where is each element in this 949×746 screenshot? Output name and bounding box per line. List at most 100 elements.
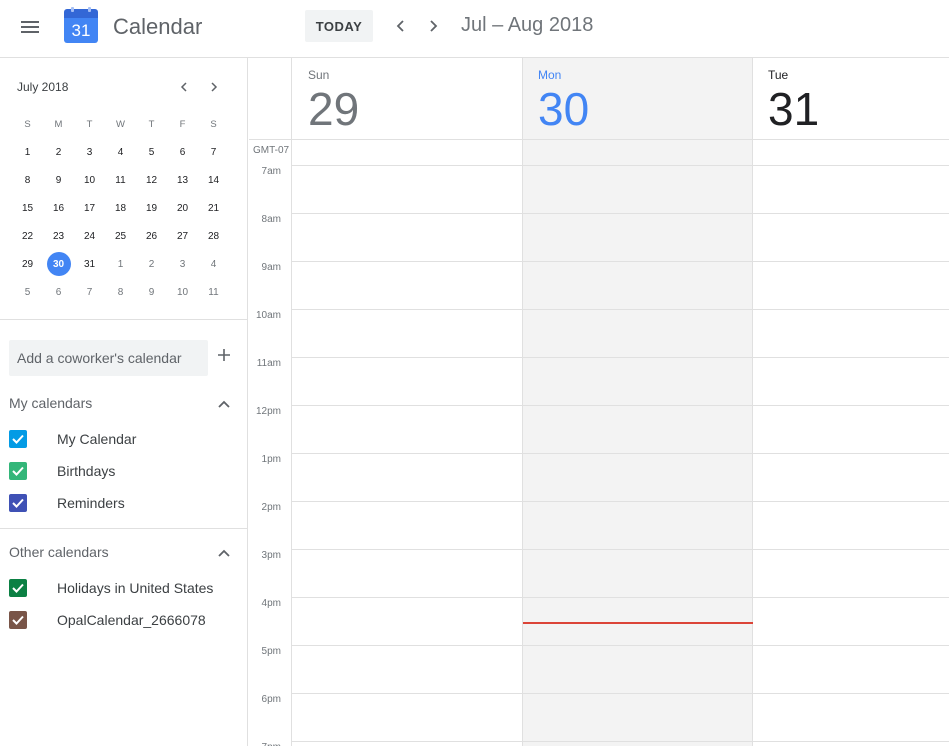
mini-day[interactable]: 24 — [74, 222, 105, 250]
day-column-header[interactable]: Sun 29 — [292, 58, 522, 139]
mini-day[interactable]: 25 — [105, 222, 136, 250]
day-number[interactable]: 31 — [768, 82, 819, 136]
day-column-header[interactable]: Tue 31 — [752, 58, 949, 139]
mini-day[interactable]: 22 — [12, 222, 43, 250]
hour-label: 3pm — [261, 550, 281, 561]
mini-day[interactable]: 31 — [74, 250, 105, 278]
calendar-item[interactable]: Birthdays — [9, 459, 115, 483]
next-period-button[interactable] — [421, 14, 445, 38]
chevron-right-icon — [211, 82, 218, 92]
mini-day[interactable]: 7 — [74, 278, 105, 306]
collapse-my-calendars-button[interactable] — [216, 396, 232, 412]
mini-day[interactable]: 3 — [74, 138, 105, 166]
date-range-title: Jul – Aug 2018 — [461, 14, 594, 36]
calendar-logo-icon: 31 — [64, 7, 98, 43]
mini-day[interactable]: 4 — [105, 138, 136, 166]
mini-day[interactable]: 7 — [198, 138, 229, 166]
other-calendars-heading[interactable]: Other calendars — [9, 544, 109, 560]
chevron-left-icon — [180, 82, 187, 92]
mini-day[interactable]: 8 — [105, 278, 136, 306]
mini-day[interactable]: 26 — [136, 222, 167, 250]
mini-day[interactable]: 20 — [167, 194, 198, 222]
mini-day[interactable]: 6 — [167, 138, 198, 166]
mini-week-row: 22 23 24 25 26 27 28 — [12, 222, 229, 250]
current-time-indicator — [523, 622, 753, 624]
mini-day[interactable]: 29 — [12, 250, 43, 278]
mini-day-selected[interactable]: 30 — [43, 250, 74, 278]
weekday-label: W — [116, 118, 125, 130]
mini-prev-month-button[interactable] — [173, 76, 195, 98]
calendar-item-label: My Calendar — [57, 431, 137, 447]
mini-day[interactable]: 2 — [43, 138, 74, 166]
mini-day[interactable]: 10 — [167, 278, 198, 306]
checkbox-checked-icon[interactable] — [9, 430, 27, 448]
mini-week-row: 5 6 7 8 9 10 11 — [12, 278, 229, 306]
main-menu-button[interactable] — [12, 9, 48, 45]
calendar-item[interactable]: OpalCalendar_2666078 — [9, 608, 206, 632]
day-number[interactable]: 30 — [538, 82, 589, 136]
mini-day[interactable]: 2 — [136, 250, 167, 278]
mini-day[interactable]: 15 — [12, 194, 43, 222]
add-calendar-button[interactable] — [214, 346, 234, 366]
checkbox-checked-icon[interactable] — [9, 611, 27, 629]
hour-gridline — [291, 213, 949, 214]
calendar-item[interactable]: Reminders — [9, 491, 125, 515]
add-coworker-input[interactable] — [9, 340, 208, 376]
mini-day[interactable]: 8 — [12, 166, 43, 194]
mini-day[interactable]: 4 — [198, 250, 229, 278]
week-view-grid: GMT-07 Sun 29 Mon 30 Tue 31 7am 8am 9am 10am 11am 1… — [249, 58, 949, 746]
mini-calendar-title: July 2018 — [17, 80, 69, 94]
checkbox-checked-icon[interactable] — [9, 462, 27, 480]
mini-day[interactable]: 21 — [198, 194, 229, 222]
checkbox-checked-icon[interactable] — [9, 579, 27, 597]
mini-day[interactable]: 12 — [136, 166, 167, 194]
mini-day[interactable]: 6 — [43, 278, 74, 306]
weekday-header-row: SMTWTFS — [12, 110, 229, 138]
mini-next-month-button[interactable] — [203, 76, 225, 98]
calendar-item[interactable]: Holidays in United States — [9, 576, 213, 600]
hour-label: 2pm — [261, 502, 281, 513]
collapse-other-calendars-button[interactable] — [216, 545, 232, 561]
hour-label: 7pm — [249, 742, 281, 746]
mini-day[interactable]: 9 — [43, 166, 74, 194]
checkbox-checked-icon[interactable] — [9, 494, 27, 512]
mini-day[interactable]: 27 — [167, 222, 198, 250]
mini-day[interactable]: 19 — [136, 194, 167, 222]
calendar-item[interactable]: My Calendar — [9, 427, 136, 451]
mini-day[interactable]: 17 — [74, 194, 105, 222]
hour-gridline — [291, 549, 949, 550]
hour-label: 7am — [261, 166, 281, 177]
day-column-header[interactable]: Mon 30 — [522, 58, 752, 139]
mini-day[interactable]: 5 — [12, 278, 43, 306]
chevron-right-icon — [430, 20, 438, 32]
hour-label: 11am — [256, 358, 281, 369]
mini-day[interactable]: 1 — [105, 250, 136, 278]
mini-day[interactable]: 1 — [12, 138, 43, 166]
hour-gridline — [291, 261, 949, 262]
mini-day[interactable]: 14 — [198, 166, 229, 194]
hour-label: 4pm — [261, 598, 281, 609]
mini-day[interactable]: 3 — [167, 250, 198, 278]
day-name: Tue — [768, 68, 789, 82]
hour-label: 8am — [261, 214, 281, 225]
mini-day[interactable]: 5 — [136, 138, 167, 166]
mini-day[interactable]: 28 — [198, 222, 229, 250]
mini-day[interactable]: 16 — [43, 194, 74, 222]
mini-day[interactable]: 13 — [167, 166, 198, 194]
mini-day[interactable]: 11 — [105, 166, 136, 194]
weekday-label: T — [86, 118, 93, 130]
app-title: Calendar — [113, 14, 203, 39]
today-button[interactable]: TODAY — [305, 10, 373, 42]
mini-day[interactable]: 9 — [136, 278, 167, 306]
hour-gridline — [291, 405, 949, 406]
mini-day[interactable]: 10 — [74, 166, 105, 194]
my-calendars-heading[interactable]: My calendars — [9, 395, 92, 411]
day-number[interactable]: 29 — [308, 82, 359, 136]
hour-gridline — [291, 741, 949, 742]
previous-period-button[interactable] — [389, 14, 413, 38]
day-name: Sun — [308, 68, 330, 82]
mini-day[interactable]: 18 — [105, 194, 136, 222]
mini-day[interactable]: 23 — [43, 222, 74, 250]
mini-day[interactable]: 11 — [198, 278, 229, 306]
logo-day: 31 — [64, 18, 98, 43]
